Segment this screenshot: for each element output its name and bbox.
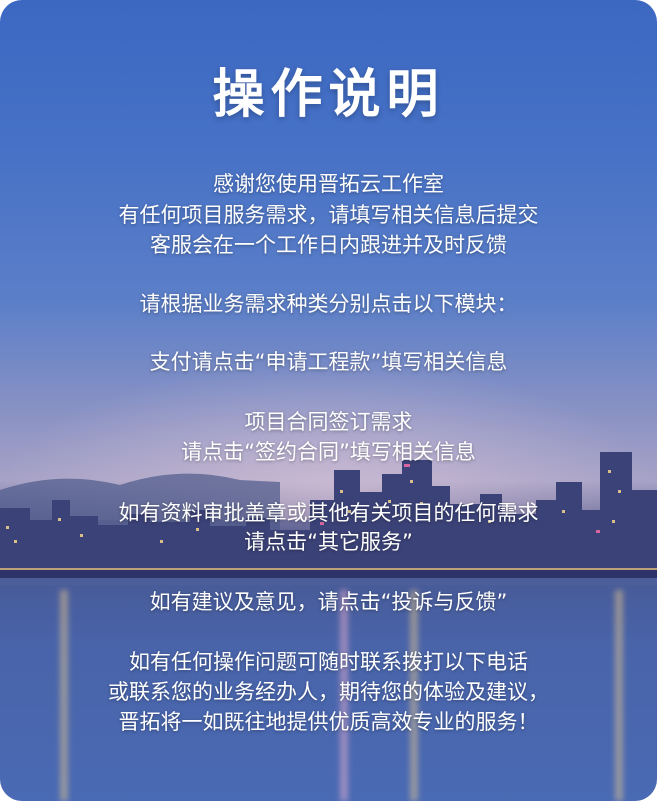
other-services-instruction: 如有资料审批盖章或其他有关项目的任何需求 bbox=[118, 501, 539, 525]
other-services-instruction: 请点击“其它服务” bbox=[244, 530, 413, 554]
intro-line: 感谢您使用晋拓云工作室 bbox=[213, 172, 444, 196]
page-title: 操作说明 bbox=[212, 65, 445, 125]
feedback-instruction: 如有建议及意见，请点击“投诉与反馈” bbox=[149, 590, 508, 614]
module-prompt: 请根据业务需求种类分别点击以下模块： bbox=[139, 292, 518, 316]
contact-instruction: 如有任何操作问题可随时联系拨打以下电话 bbox=[129, 650, 528, 674]
contract-instruction: 项目合同签订需求 bbox=[244, 410, 413, 434]
contact-instruction: 晋拓将一如既往地提供优质高效专业的服务！ bbox=[118, 710, 539, 734]
intro-line: 客服会在一个工作日内跟进并及时反馈 bbox=[150, 233, 507, 257]
intro-line: 有任何项目服务需求，请填写相关信息后提交 bbox=[118, 203, 539, 227]
instructions-card: 操作说明 感谢您使用晋拓云工作室 有任何项目服务需求，请填写相关信息后提交 客服… bbox=[0, 0, 657, 801]
contract-instruction: 请点击“签约合同”填写相关信息 bbox=[181, 440, 476, 464]
payment-instruction: 支付请点击“申请工程款”填写相关信息 bbox=[149, 350, 508, 374]
contact-instruction: 或联系您的业务经办人，期待您的体验及建议， bbox=[108, 680, 549, 704]
